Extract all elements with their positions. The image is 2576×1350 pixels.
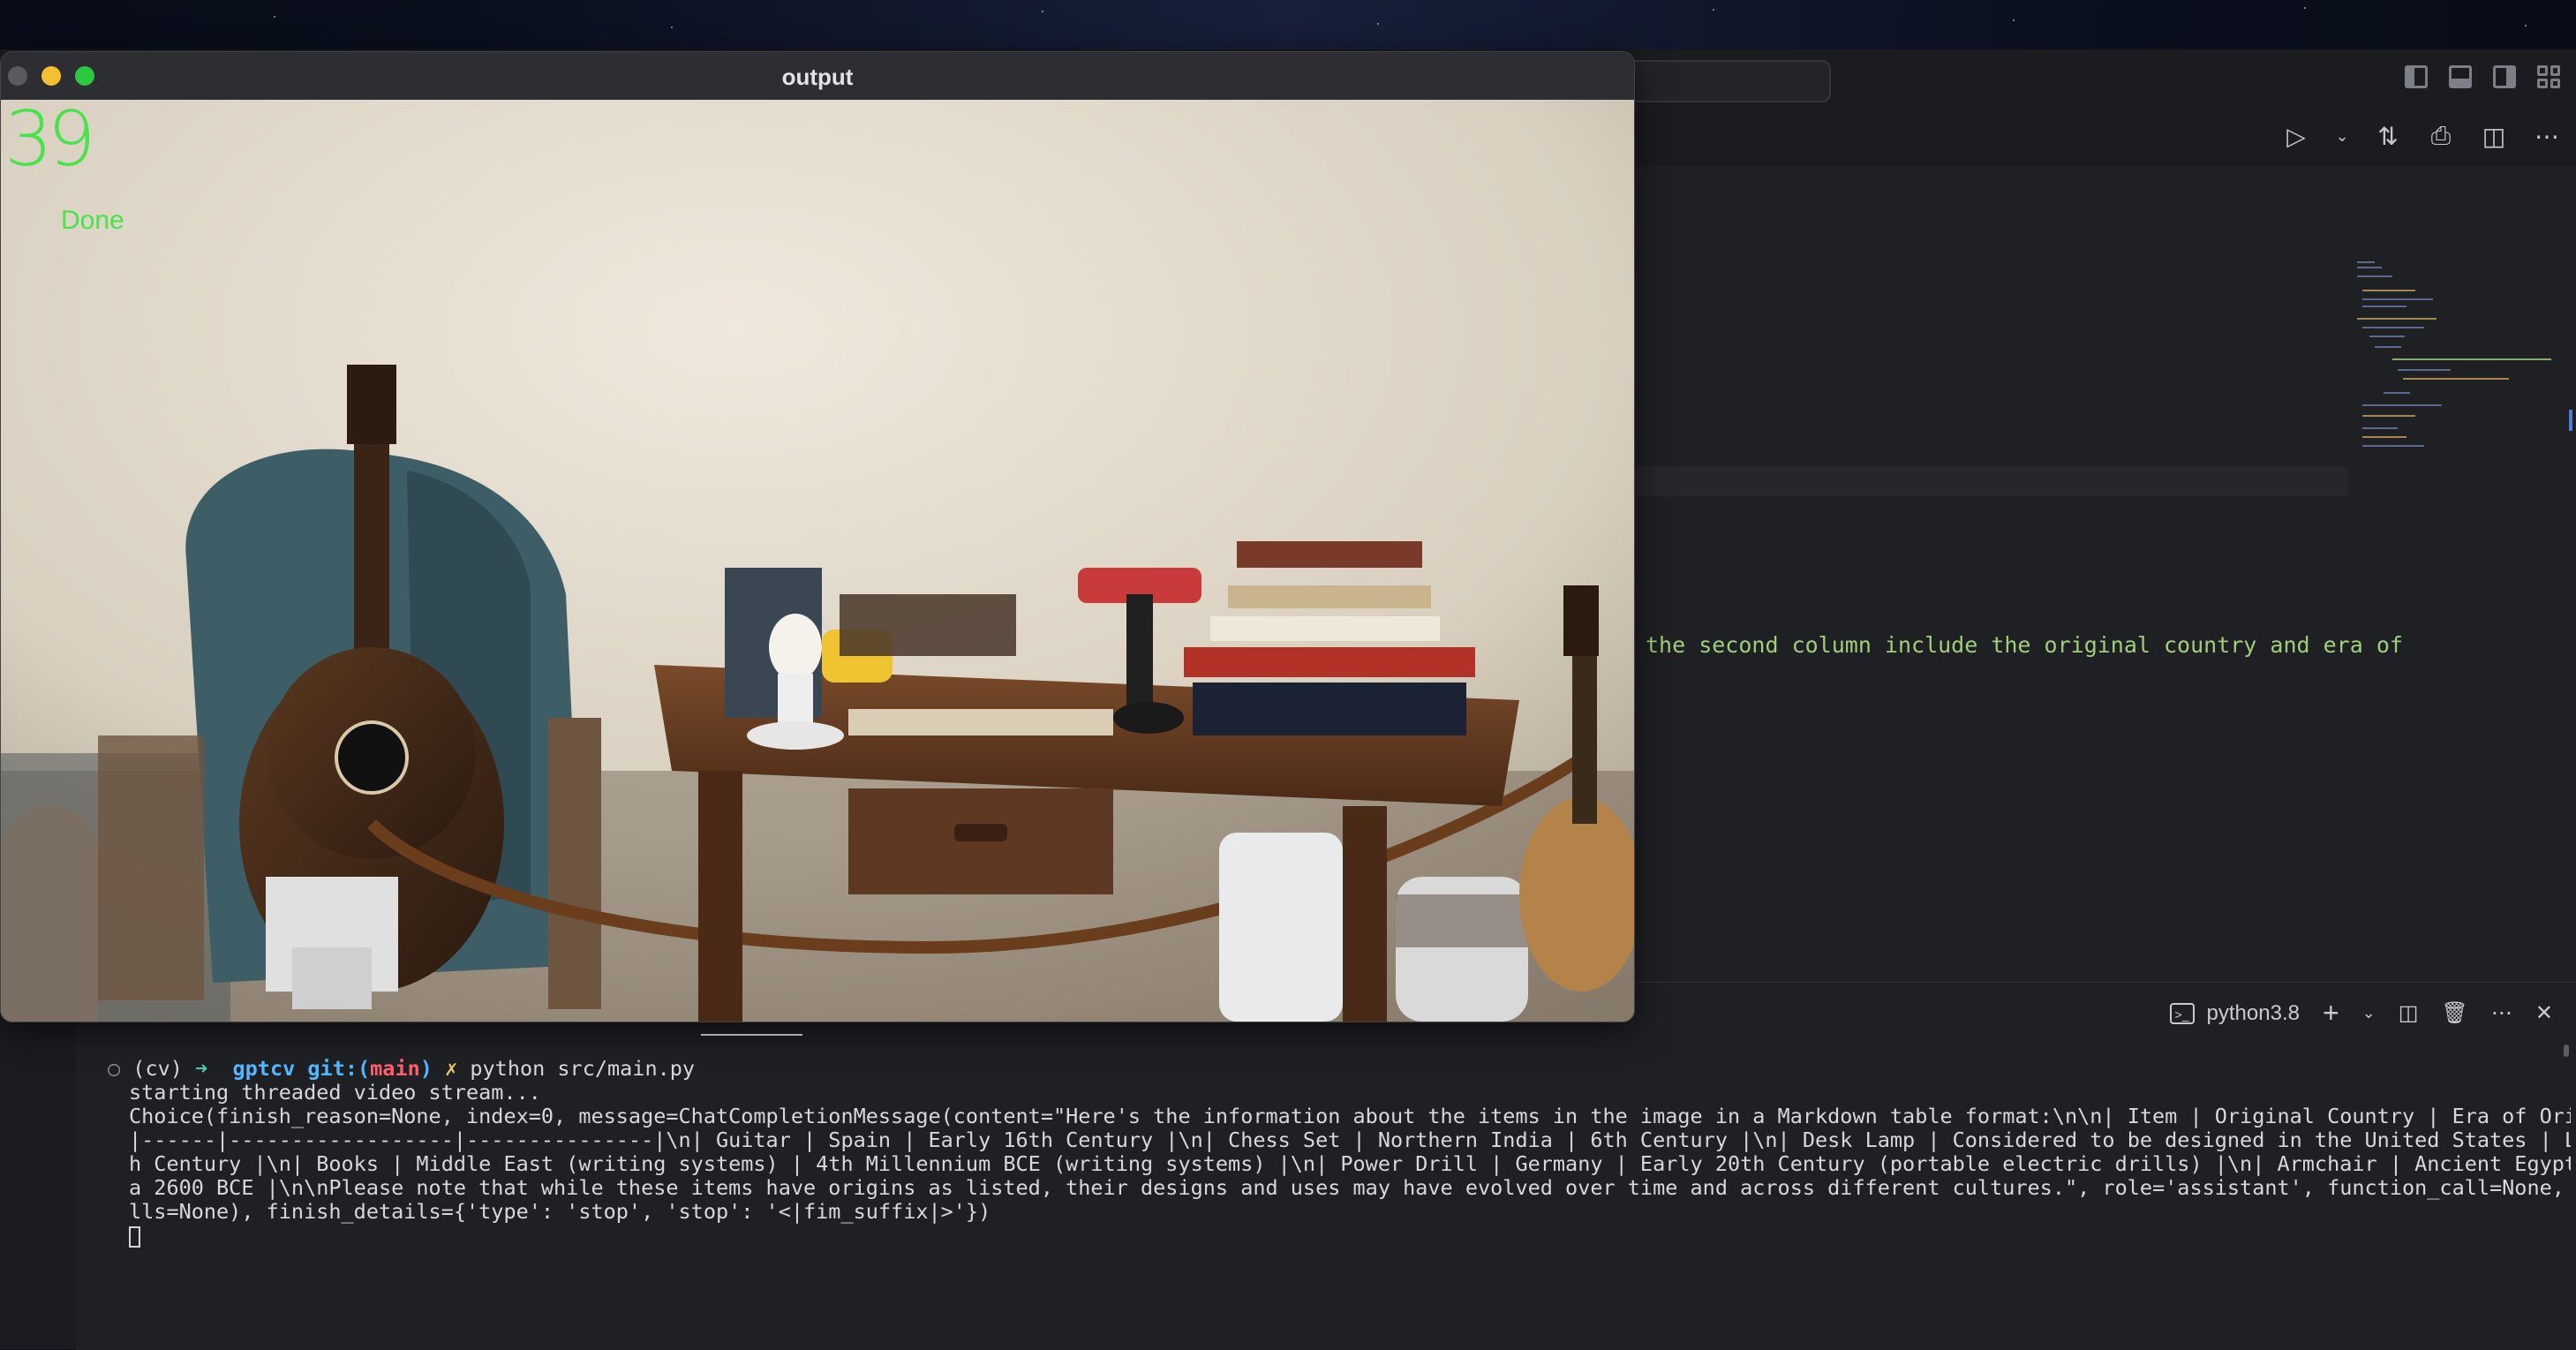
more-icon[interactable]: ⋯ [2532,122,2562,151]
terminal-icon: >_ [2169,1002,2195,1024]
bottom-panel: PROBLEMS OUTPUT DEBUG CONSOLE PORTS TERM… [76,982,2576,1350]
prompt-git: git:( [307,1057,371,1081]
terminal-prompt-line: ○ (cv) ➜ gptcv git:(main) ✗ python src/m… [108,1057,2571,1081]
code-line: the second column include the original c… [1646,632,2403,658]
more-icon[interactable]: ⋯ [2491,1000,2512,1026]
terminal-line: h Century |\n| Books | Middle East (writ… [129,1152,2571,1176]
prompt-branch: main [370,1057,420,1081]
terminal-profile-label: python3.8 [2206,1000,2300,1025]
terminal-line: lls=None), finish_details={'type': 'stop… [129,1200,991,1224]
print-icon[interactable]: ⎙ [2426,122,2456,151]
output-window-titlebar[interactable]: output [1,52,1634,101]
output-window: output 39 Done [0,51,1635,1022]
plus-icon[interactable]: + [2323,997,2339,1029]
play-icon[interactable]: ▷ [2281,122,2311,151]
video-frame: 39 Done [1,100,1634,1022]
close-icon[interactable]: ✕ [2535,1000,2553,1026]
activity-bar-strip [0,982,76,1349]
camera-scene-image [1,100,1634,1022]
terminal-profile-selector[interactable]: >_ python3.8 [2169,1000,2300,1026]
frame-counter-overlay: 39 [4,95,95,184]
compare-changes-icon[interactable]: ⇅ [2373,122,2403,151]
terminal-output[interactable]: ○ (cv) ➜ gptcv git:(main) ✗ python src/m… [108,1057,2571,1248]
trash-icon[interactable]: 🗑 [2441,1000,2467,1026]
split-editor-icon[interactable]: ◫ [2479,122,2509,151]
terminal-scrollbar[interactable] [2564,1045,2569,1057]
output-window-title: output [781,64,854,90]
toggle-panel-icon[interactable] [2449,65,2472,88]
terminal-cursor-line [108,1224,2571,1248]
toggle-primary-sidebar-icon[interactable] [2405,65,2428,88]
terminal-line: starting threaded video stream... [129,1081,541,1105]
prompt-status-icon: ○ [108,1057,133,1081]
panel-actions: >_ python3.8 + ⌄ ◫ 🗑 ⋯ ✕ [2169,997,2553,1029]
prompt-env: (cv) [132,1057,183,1081]
toggle-secondary-sidebar-icon[interactable] [2493,65,2516,88]
editor-scrollbar[interactable] [2557,410,2572,431]
prompt-directory: gptcv [232,1057,296,1081]
prompt-git-close: ) [419,1057,433,1081]
terminal-line: Choice(finish_reason=None, index=0, mess… [129,1105,2571,1128]
chevron-down-icon[interactable]: ⌄ [2362,1004,2376,1022]
customize-layout-icon[interactable] [2537,65,2560,88]
editor-actions: ▷ ⌄ ⇅ ⎙ ◫ ⋯ [2281,122,2562,151]
split-terminal-icon[interactable]: ◫ [2399,1000,2419,1026]
prompt-dirty-mark: ✗ [445,1057,458,1081]
status-overlay: Done [61,206,124,235]
minimap[interactable] [2348,254,2560,537]
terminal-command: python src/main.py [470,1057,696,1081]
terminal-cursor [129,1226,140,1248]
chevron-down-icon[interactable]: ⌄ [2334,127,2350,146]
terminal-line: |------|------------------|-------------… [129,1128,2571,1152]
prompt-arrow: ➜ [195,1057,208,1081]
layout-controls [2405,65,2560,88]
terminal-line: a 2600 BCE |\n\nPlease note that while t… [129,1176,2571,1200]
